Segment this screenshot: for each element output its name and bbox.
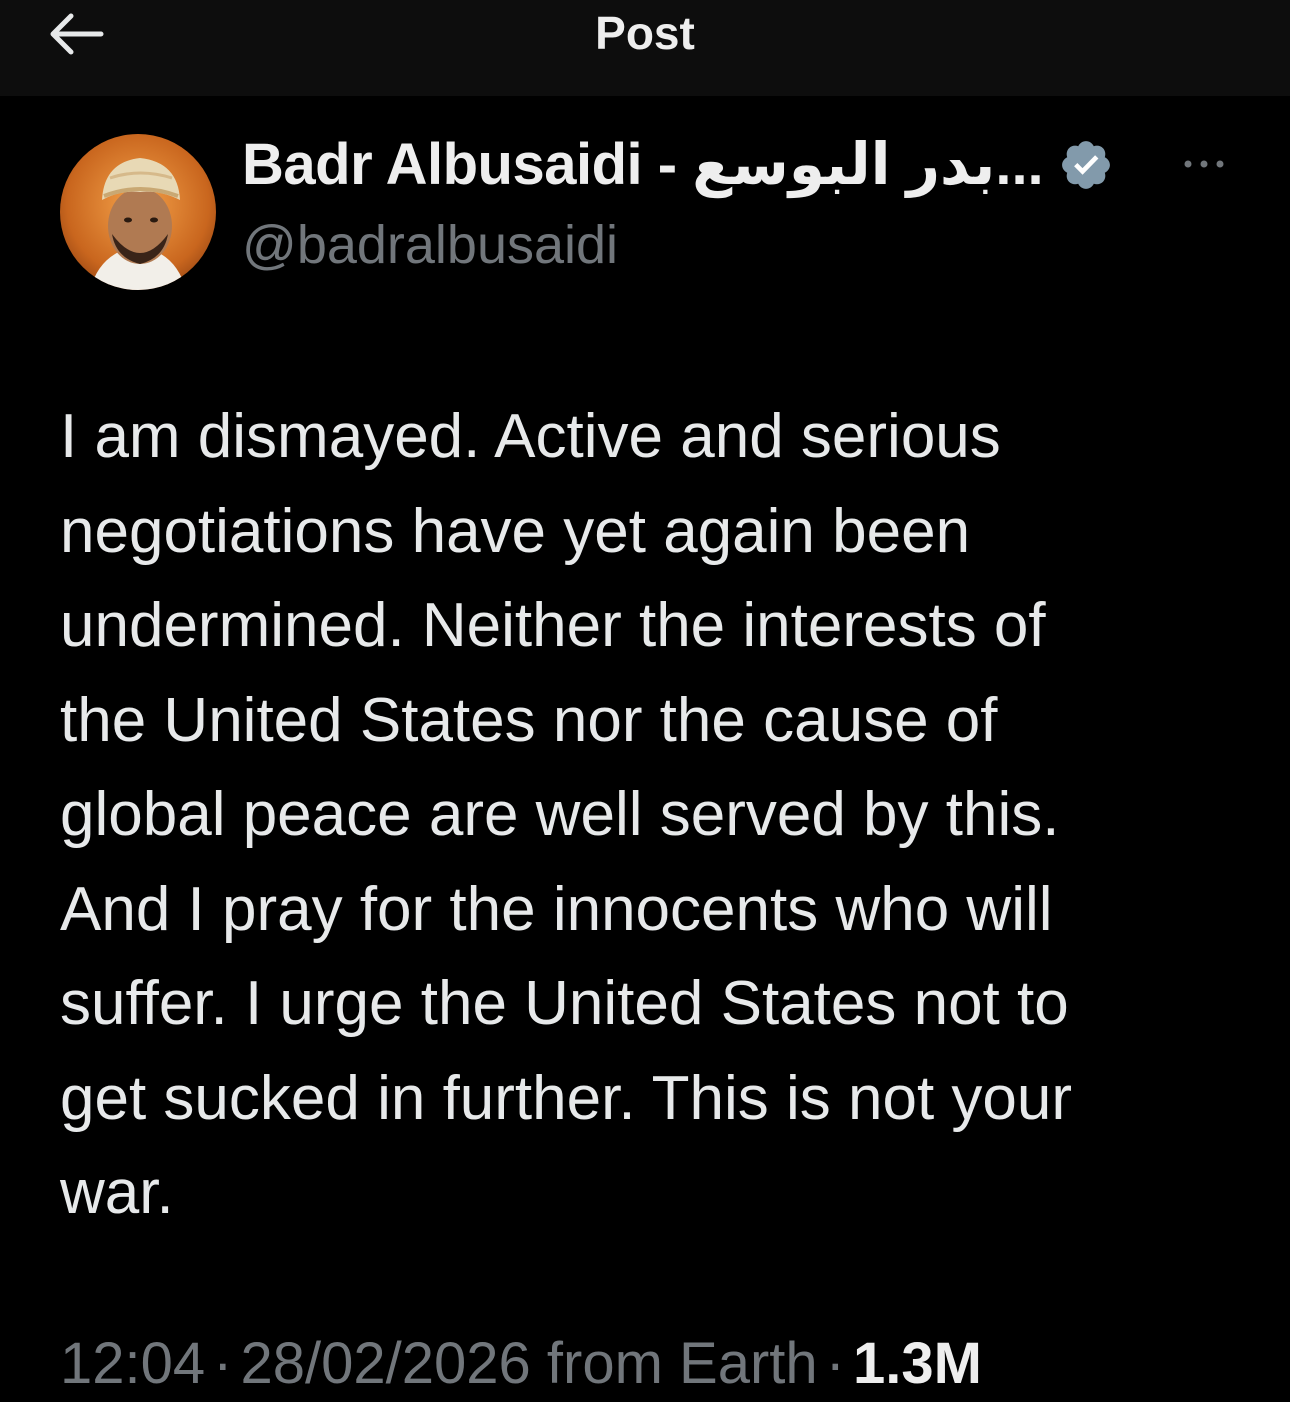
avatar[interactable]: [60, 134, 216, 290]
post-text-line: undermined. Neither the interests of: [60, 591, 1046, 660]
post-metadata: 12:04 · 28/02/2026 from Earth · 1.3M: [60, 1326, 982, 1402]
page-title: Post: [595, 7, 695, 59]
post-text-line: And I pray for the innocents who will: [60, 874, 1053, 944]
profile-photo: [60, 134, 216, 290]
post-text: I am dismayed. Active and serious negoti…: [60, 390, 1240, 1241]
separator: ·: [825, 1331, 845, 1396]
separator: ·: [213, 1331, 233, 1396]
author-display-name[interactable]: Badr Albusaidi - بدر البوسع...: [242, 130, 1044, 200]
post-text-line: global peace are well served by this.: [60, 780, 1060, 849]
post-text-line: war.: [60, 1158, 174, 1227]
post-text-line: negotiations have yet again been: [60, 496, 971, 566]
view-count[interactable]: 1.3M: [853, 1331, 982, 1396]
post-date[interactable]: 28/02/2026: [240, 1331, 530, 1396]
author-handle[interactable]: @badralbusaidi: [242, 208, 618, 282]
verified-badge-icon[interactable]: [1058, 137, 1114, 193]
post-text-line: get sucked in further. This is not your: [60, 1063, 1073, 1133]
post-time[interactable]: 12:04: [60, 1331, 205, 1396]
post-location: from Earth: [546, 1331, 818, 1396]
more-options-button[interactable]: [1176, 142, 1232, 186]
post-text-line: I am dismayed. Active and serious: [60, 402, 1001, 471]
post-text-line: suffer. I urge the United States not to: [60, 969, 1069, 1038]
top-bar: Post: [0, 0, 1290, 96]
post-text-line: the United States nor the cause of: [60, 685, 998, 755]
author-name-row[interactable]: Badr Albusaidi - بدر البوسع...: [242, 130, 1114, 200]
more-dots-icon: [1184, 160, 1224, 168]
